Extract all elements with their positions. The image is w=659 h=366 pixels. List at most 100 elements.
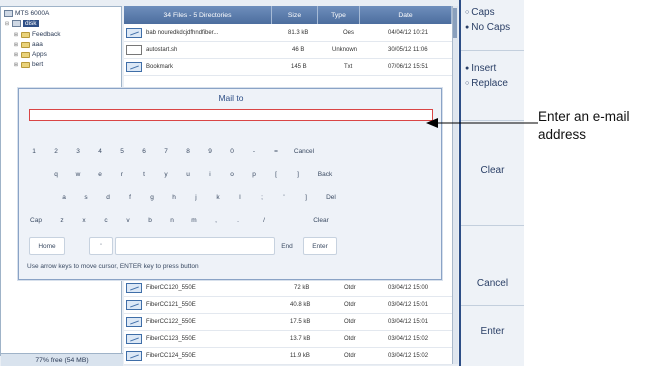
key-7[interactable]: 7 (157, 144, 175, 159)
key-bracket[interactable]: ] (297, 190, 315, 205)
radio-unselected-icon: ○ (465, 80, 470, 87)
insert-label: Insert (471, 63, 497, 74)
clear-button[interactable]: Clear (461, 165, 524, 176)
key-e[interactable]: e (91, 167, 109, 182)
caps-option[interactable]: ○ Caps (465, 7, 495, 18)
key-minus[interactable]: - (245, 144, 263, 159)
key-6[interactable]: 6 (135, 144, 153, 159)
table-scrollbar[interactable] (452, 6, 458, 364)
table-row[interactable]: autostart.sh 46 B Unknown 30/05/12 11:06 (124, 42, 452, 59)
column-header-size[interactable]: Size (272, 6, 318, 24)
key-l[interactable]: l (231, 190, 249, 205)
key-1[interactable]: 1 (25, 144, 43, 159)
key-w[interactable]: w (69, 167, 87, 182)
key-home[interactable]: Home (29, 237, 65, 255)
key-del[interactable]: Del (319, 190, 343, 205)
key-b[interactable]: b (141, 213, 159, 228)
key-period[interactable]: . (229, 213, 247, 228)
tree-item-feedback[interactable]: ⊞ Feedback (13, 31, 61, 38)
key-caps[interactable]: Cap (25, 213, 47, 228)
key-9[interactable]: 9 (201, 144, 219, 159)
key-clear[interactable]: Clear (307, 213, 335, 228)
key-back[interactable]: Back (311, 167, 339, 182)
table-row[interactable]: FiberCC123_550E 13.7 kB Otdr 03/04/12 15… (124, 331, 452, 348)
column-header-name[interactable]: 34 Files - 5 Directories (124, 6, 272, 24)
key-quote[interactable]: ' (89, 237, 113, 255)
no-caps-option[interactable]: ● No Caps (465, 22, 510, 33)
key-s[interactable]: s (77, 190, 95, 205)
scrollbar-thumb[interactable] (453, 8, 457, 38)
tree-item-bert[interactable]: ⊞ bert (13, 61, 43, 68)
key-u[interactable]: u (179, 167, 197, 182)
key-t[interactable]: t (135, 167, 153, 182)
file-type: Unknown (332, 47, 358, 53)
key-k[interactable]: k (209, 190, 227, 205)
key-a[interactable]: a (55, 190, 73, 205)
tree-root[interactable]: MTS 6000A (4, 10, 49, 17)
collapse-icon[interactable]: ⊟ (4, 21, 10, 27)
file-size: 17.5 kB (290, 319, 311, 325)
key-d[interactable]: d (99, 190, 117, 205)
file-icon (126, 334, 142, 344)
key-apostrophe[interactable]: ' (275, 190, 293, 205)
enter-button[interactable]: Enter (461, 326, 524, 337)
expand-icon[interactable]: ⊞ (13, 42, 19, 48)
replace-option[interactable]: ○ Replace (465, 78, 508, 89)
key-cancel[interactable]: Cancel (289, 144, 319, 159)
insert-option[interactable]: ● Insert (465, 63, 496, 74)
table-row[interactable]: FiberCC120_550E 72 kB Otdr 03/04/12 15:0… (124, 280, 452, 297)
key-g[interactable]: g (143, 190, 161, 205)
key-v[interactable]: v (119, 213, 137, 228)
key-o[interactable]: o (223, 167, 241, 182)
key-comma[interactable]: , (207, 213, 225, 228)
key-y[interactable]: y (157, 167, 175, 182)
expand-icon[interactable]: ⊞ (13, 32, 19, 38)
key-enter[interactable]: Enter (303, 237, 337, 255)
key-equals[interactable]: = (267, 144, 285, 159)
key-f[interactable]: f (121, 190, 139, 205)
key-5[interactable]: 5 (113, 144, 131, 159)
key-h[interactable]: h (165, 190, 183, 205)
column-header-type[interactable]: Type (318, 6, 360, 24)
key-semicolon[interactable]: ; (253, 190, 271, 205)
tree-item-label: aaa (32, 41, 43, 48)
key-space[interactable] (115, 237, 275, 255)
key-end[interactable]: End (275, 237, 299, 255)
soft-key-panel: ○ Caps ● No Caps ● Insert ○ Replace Clea… (459, 0, 524, 366)
table-row[interactable]: FiberCC122_550E 17.5 kB Otdr 03/04/12 15… (124, 314, 452, 331)
key-j[interactable]: j (187, 190, 205, 205)
table-row[interactable]: FiberCC124_550E 11.9 kB Otdr 03/04/12 15… (124, 348, 452, 365)
key-r[interactable]: r (113, 167, 131, 182)
key-q[interactable]: q (47, 167, 65, 182)
table-row[interactable]: FiberCC121_550E 40.8 kB Otdr 03/04/12 15… (124, 297, 452, 314)
key-m[interactable]: m (185, 213, 203, 228)
key-left-bracket[interactable]: [ (267, 167, 285, 182)
no-caps-label: No Caps (471, 22, 511, 33)
folder-icon (21, 51, 30, 58)
key-8[interactable]: 8 (179, 144, 197, 159)
cancel-button[interactable]: Cancel (461, 278, 524, 289)
table-row[interactable]: Bookmark 145 B Txt 07/06/12 15:51 (124, 59, 452, 76)
tree-item-disk[interactable]: ⊟ disk (4, 20, 39, 27)
file-name: autostart.sh (146, 47, 178, 53)
expand-icon[interactable]: ⊞ (13, 52, 19, 58)
key-0[interactable]: 0 (223, 144, 241, 159)
email-address-input[interactable] (29, 109, 433, 121)
column-header-date[interactable]: Date (360, 6, 452, 24)
key-4[interactable]: 4 (91, 144, 109, 159)
key-x[interactable]: x (75, 213, 93, 228)
key-z[interactable]: z (53, 213, 71, 228)
key-3[interactable]: 3 (69, 144, 87, 159)
key-p[interactable]: p (245, 167, 263, 182)
key-n[interactable]: n (163, 213, 181, 228)
key-i[interactable]: i (201, 167, 219, 182)
tree-item-apps[interactable]: ⊞ Apps (13, 51, 47, 58)
key-c[interactable]: c (97, 213, 115, 228)
expand-icon[interactable]: ⊞ (13, 62, 19, 68)
table-row[interactable]: bab nouredkdcjdfhndfiber... 81.3 kB Oes … (124, 25, 452, 42)
key-slash[interactable]: / (255, 213, 273, 228)
key-right-bracket[interactable]: ] (289, 167, 307, 182)
tree-item-aaa[interactable]: ⊞ aaa (13, 41, 43, 48)
key-2[interactable]: 2 (47, 144, 65, 159)
caps-label: Caps (471, 7, 495, 18)
